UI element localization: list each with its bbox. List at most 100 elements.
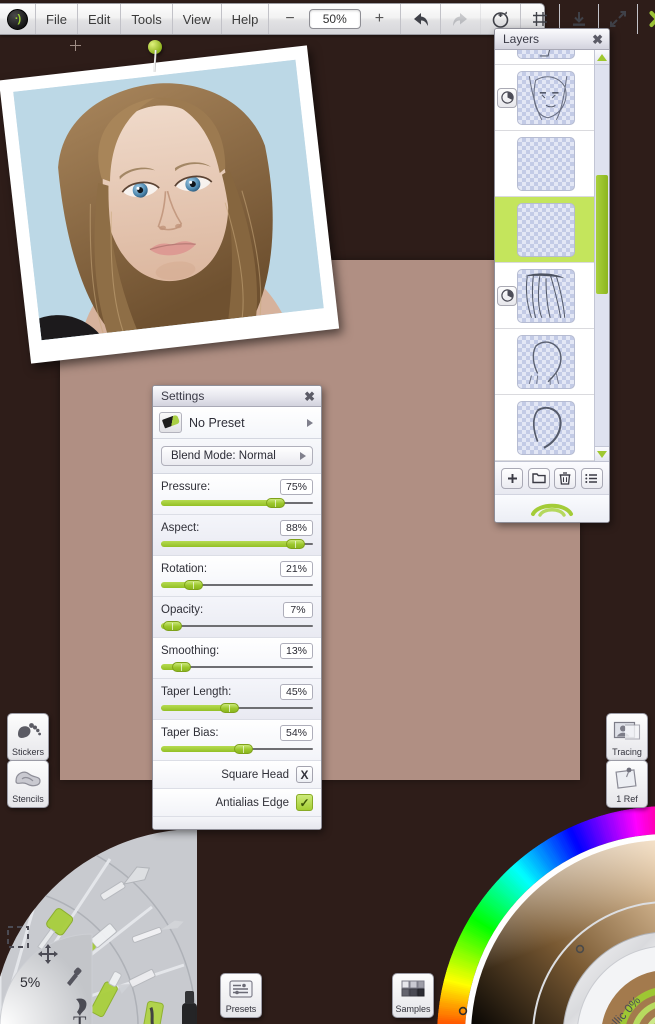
layer-thumbnail[interactable] — [517, 136, 575, 191]
layers-title: Layers — [503, 32, 540, 46]
layer-row[interactable] — [495, 395, 594, 461]
layer-row[interactable] — [495, 263, 594, 329]
close-icon[interactable] — [638, 4, 655, 34]
slider-knob[interactable] — [171, 662, 191, 672]
slider-knob[interactable] — [183, 580, 203, 590]
scroll-up-button[interactable] — [595, 50, 609, 65]
layer-thumbnail[interactable] — [517, 70, 575, 125]
layer-thumbnail[interactable] — [517, 202, 575, 257]
layer-blend-badge[interactable] — [497, 285, 517, 306]
slider-track[interactable] — [161, 744, 313, 754]
menu-file[interactable]: File — [36, 4, 78, 34]
tracing-photo-icon — [613, 714, 641, 747]
app-logo[interactable]: ·) — [0, 4, 36, 34]
stencils-button[interactable]: Stencils — [7, 760, 49, 808]
blend-mode-row[interactable]: Blend Mode: Normal — [153, 439, 321, 474]
slider-value[interactable]: 75% — [279, 479, 313, 495]
menu-tools[interactable]: Tools — [121, 4, 173, 34]
slider-knob[interactable] — [266, 498, 285, 508]
layers-scrollbar[interactable] — [594, 50, 609, 461]
tool-picker-wheel[interactable]: T 5% — [0, 819, 207, 1024]
stickers-button[interactable]: Stickers — [7, 713, 49, 761]
toggle-antialias-edge[interactable]: Antialias Edge ✓ — [153, 789, 321, 817]
slider-value[interactable]: 7% — [283, 602, 313, 618]
layer-menu-button[interactable] — [580, 467, 603, 489]
slider-pressure[interactable]: Pressure: 75% — [153, 474, 321, 515]
preset-selector[interactable]: No Preset — [153, 407, 321, 439]
delete-layer-button[interactable] — [554, 467, 577, 489]
scroll-thumb[interactable] — [596, 175, 608, 294]
menu-view[interactable]: View — [173, 4, 222, 34]
undo-icon[interactable] — [401, 4, 442, 34]
triangle-down-icon — [597, 450, 607, 458]
slider-aspect[interactable]: Aspect: 88% — [153, 515, 321, 556]
brush-size-value: 5% — [20, 974, 41, 990]
layer-thumbnail[interactable] — [517, 50, 575, 59]
presets-button[interactable]: Presets — [220, 973, 262, 1018]
zoom-in-button[interactable]: + — [363, 4, 402, 34]
layers-close-icon[interactable]: ✖ — [592, 33, 603, 46]
pinned-reference-photo[interactable]: nz l.Ltd. — [0, 45, 340, 364]
settings-close-icon[interactable]: ✖ — [304, 390, 315, 403]
slider-header: Aspect: 88% — [161, 520, 313, 536]
zoom-out-button[interactable]: − — [269, 4, 306, 34]
zoom-in-label: + — [374, 10, 385, 27]
slider-knob[interactable] — [285, 539, 305, 549]
tracing-button[interactable]: Tracing — [606, 713, 648, 761]
slider-taperlength[interactable]: Taper Length: 45% — [153, 679, 321, 720]
slider-opacity[interactable]: Opacity: 7% — [153, 597, 321, 638]
layer-thumbnail[interactable] — [517, 268, 575, 323]
ref-label: 1 Ref — [616, 794, 638, 804]
toggle-checkbox[interactable]: ✓ — [296, 794, 313, 811]
slider-value[interactable]: 45% — [279, 684, 313, 700]
slider-value[interactable]: 13% — [279, 643, 313, 659]
layers-panel-handle[interactable] — [495, 494, 609, 522]
app-root: nz l.Ltd. — [0, 0, 655, 1024]
menu-help[interactable]: Help — [222, 4, 270, 34]
zoom-level-field[interactable]: 50% — [307, 4, 363, 34]
slider-track[interactable] — [161, 498, 313, 508]
logo-smiley-icon: ·) — [7, 8, 28, 30]
scroll-down-button[interactable] — [595, 446, 609, 461]
scroll-track[interactable] — [595, 65, 609, 446]
layers-titlebar[interactable]: Layers ✖ — [495, 29, 609, 50]
slider-knob[interactable] — [162, 621, 182, 631]
slider-track[interactable] — [161, 662, 313, 672]
layer-blend-badge[interactable] — [497, 87, 517, 108]
layer-row[interactable] — [495, 329, 594, 395]
layer-row[interactable] — [495, 197, 594, 263]
slider-value[interactable]: 54% — [279, 725, 313, 741]
slider-track[interactable] — [161, 580, 313, 590]
slider-knob[interactable] — [220, 703, 240, 713]
toggle-checkbox[interactable]: X — [296, 766, 313, 783]
layer-group-button[interactable] — [527, 467, 550, 489]
toggle-square-head[interactable]: Square Head X — [153, 761, 321, 789]
slider-track[interactable] — [161, 703, 313, 713]
slider-value[interactable]: 88% — [279, 520, 313, 536]
slider-header: Pressure: 75% — [161, 479, 313, 495]
slider-knob[interactable] — [234, 744, 254, 754]
slider-label: Pressure: — [161, 481, 211, 493]
slider-track[interactable] — [161, 621, 313, 631]
slider-track[interactable] — [161, 539, 313, 549]
layer-row[interactable] — [495, 65, 594, 131]
color-picker-wheel[interactable]: Metallic 0% — [437, 806, 655, 1024]
reference-button[interactable]: 1 Ref — [606, 760, 648, 808]
blend-mode-button[interactable]: Blend Mode: Normal — [161, 446, 313, 466]
layer-row[interactable] — [495, 131, 594, 197]
slider-value[interactable]: 21% — [279, 561, 313, 577]
layer-thumbnail[interactable] — [517, 334, 575, 389]
layer-thumbnail[interactable] — [517, 400, 575, 455]
green-pushpin[interactable] — [148, 40, 162, 54]
settings-titlebar[interactable]: Settings ✖ — [153, 386, 321, 407]
samples-button[interactable]: Samples — [392, 973, 434, 1018]
slider-rotation[interactable]: Rotation: 21% — [153, 556, 321, 597]
layer-list[interactable] — [495, 50, 594, 461]
redo-icon[interactable] — [441, 4, 482, 34]
add-layer-button[interactable] — [501, 467, 524, 489]
toggle-label: Antialias Edge — [215, 796, 289, 809]
slider-taperbias[interactable]: Taper Bias: 54% — [153, 720, 321, 761]
menu-edit[interactable]: Edit — [78, 4, 122, 34]
slider-smoothing[interactable]: Smoothing: 13% — [153, 638, 321, 679]
layer-row[interactable] — [495, 50, 594, 65]
